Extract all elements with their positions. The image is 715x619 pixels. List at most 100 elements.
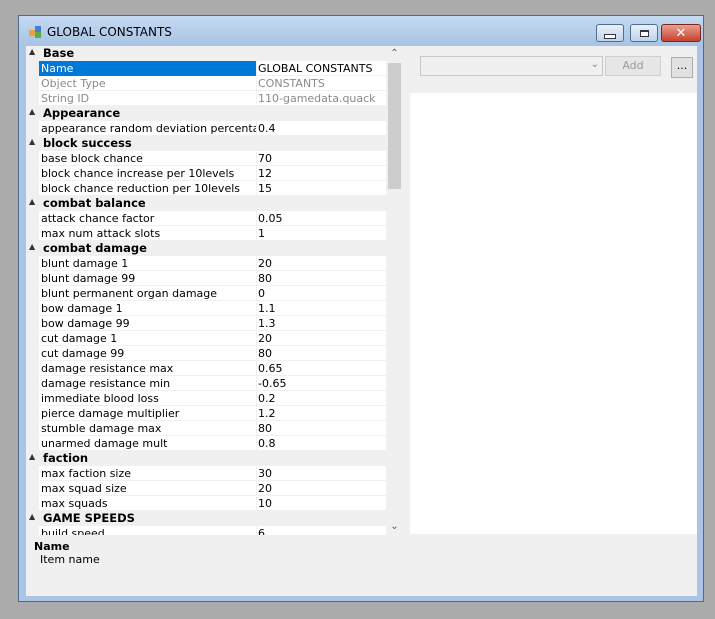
collapse-icon[interactable]: ▲ <box>29 512 35 521</box>
category-row[interactable]: ▲ Appearance <box>26 106 386 121</box>
property-value[interactable]: 15 <box>256 181 386 196</box>
property-value[interactable]: 12 <box>256 166 386 181</box>
property-value[interactable]: 0.8 <box>256 436 386 451</box>
category-row[interactable]: ▲ GAME SPEEDS <box>26 511 386 526</box>
category-row[interactable]: ▲ Base <box>26 46 386 61</box>
property-name[interactable]: max squads <box>39 496 256 511</box>
close-button[interactable]: ✕ <box>661 24 701 42</box>
property-value[interactable]: 20 <box>256 331 386 346</box>
property-name[interactable]: String ID <box>39 91 256 106</box>
property-name[interactable]: unarmed damage mult <box>39 436 256 451</box>
property-row[interactable]: bow damage 1 1.1 <box>26 301 386 316</box>
property-row[interactable]: attack chance factor 0.05 <box>26 211 386 226</box>
property-name[interactable]: attack chance factor <box>39 211 256 226</box>
property-name[interactable]: damage resistance max <box>39 361 256 376</box>
collapse-icon[interactable]: ▲ <box>29 107 35 116</box>
property-value[interactable]: -0.65 <box>256 376 386 391</box>
type-combo[interactable]: ⌄ <box>420 56 603 76</box>
property-value[interactable]: 0.4 <box>256 121 386 136</box>
property-name[interactable]: Object Type <box>39 76 256 91</box>
scroll-up-icon[interactable]: ⌃ <box>386 46 403 62</box>
category-row[interactable]: ▲ combat balance <box>26 196 386 211</box>
property-value[interactable]: 80 <box>256 421 386 436</box>
add-button[interactable]: Add <box>605 56 661 76</box>
property-value[interactable]: 80 <box>256 271 386 286</box>
property-name[interactable]: cut damage 1 <box>39 331 256 346</box>
property-name[interactable]: bow damage 1 <box>39 301 256 316</box>
scroll-down-icon[interactable]: ⌄ <box>386 519 403 535</box>
more-button[interactable]: ... <box>671 57 693 78</box>
property-row[interactable]: cut damage 1 20 <box>26 331 386 346</box>
property-row[interactable]: cut damage 99 80 <box>26 346 386 361</box>
property-name[interactable]: max squad size <box>39 481 256 496</box>
property-row[interactable]: build speed 6 <box>26 526 386 535</box>
property-value[interactable]: CONSTANTS <box>256 76 386 91</box>
property-name[interactable]: bow damage 99 <box>39 316 256 331</box>
collapse-icon[interactable]: ▲ <box>29 452 35 461</box>
property-row[interactable]: max squad size 20 <box>26 481 386 496</box>
property-value[interactable]: 1.1 <box>256 301 386 316</box>
property-row[interactable]: stumble damage max 80 <box>26 421 386 436</box>
property-row[interactable]: block chance increase per 10levels 12 <box>26 166 386 181</box>
property-value[interactable]: 0.05 <box>256 211 386 226</box>
property-name[interactable]: blunt damage 1 <box>39 256 256 271</box>
minimize-button[interactable] <box>596 24 624 42</box>
property-value[interactable]: 6 <box>256 526 386 535</box>
property-row[interactable]: block chance reduction per 10levels 15 <box>26 181 386 196</box>
property-name[interactable]: pierce damage multiplier <box>39 406 256 421</box>
property-value[interactable]: 0.65 <box>256 361 386 376</box>
property-value[interactable]: 70 <box>256 151 386 166</box>
scroll-thumb[interactable] <box>388 63 401 189</box>
property-name[interactable]: max faction size <box>39 466 256 481</box>
property-value[interactable]: 30 <box>256 466 386 481</box>
maximize-button[interactable] <box>630 24 658 42</box>
property-row[interactable]: Name GLOBAL CONSTANTS <box>26 61 386 76</box>
property-row[interactable]: max squads 10 <box>26 496 386 511</box>
title-bar[interactable]: GLOBAL CONSTANTS ✕ <box>19 16 703 46</box>
property-row[interactable]: String ID 110-gamedata.quack <box>26 91 386 106</box>
property-value[interactable]: 1 <box>256 226 386 241</box>
property-name[interactable]: immediate blood loss <box>39 391 256 406</box>
property-value[interactable]: 0.2 <box>256 391 386 406</box>
property-name[interactable]: damage resistance min <box>39 376 256 391</box>
collapse-icon[interactable]: ▲ <box>29 137 35 146</box>
property-value[interactable]: 0 <box>256 286 386 301</box>
property-row[interactable]: blunt damage 99 80 <box>26 271 386 286</box>
property-value[interactable]: 80 <box>256 346 386 361</box>
property-row[interactable]: bow damage 99 1.3 <box>26 316 386 331</box>
property-row[interactable]: blunt permanent organ damage 0 <box>26 286 386 301</box>
property-name[interactable]: block chance increase per 10levels <box>39 166 256 181</box>
property-name[interactable]: block chance reduction per 10levels <box>39 181 256 196</box>
property-value[interactable]: 20 <box>256 256 386 271</box>
property-name[interactable]: blunt permanent organ damage <box>39 286 256 301</box>
category-row[interactable]: ▲ faction <box>26 451 386 466</box>
collapse-icon[interactable]: ▲ <box>29 242 35 251</box>
vertical-scrollbar[interactable]: ⌃ ⌄ <box>386 46 403 535</box>
chevron-down-icon[interactable]: ⌄ <box>591 59 599 70</box>
property-name[interactable]: blunt damage 99 <box>39 271 256 286</box>
property-name[interactable]: base block chance <box>39 151 256 166</box>
property-row[interactable]: pierce damage multiplier 1.2 <box>26 406 386 421</box>
property-name[interactable]: stumble damage max <box>39 421 256 436</box>
property-name[interactable]: build speed <box>39 526 256 535</box>
property-name[interactable]: cut damage 99 <box>39 346 256 361</box>
collapse-icon[interactable]: ▲ <box>29 47 35 56</box>
property-row[interactable]: max faction size 30 <box>26 466 386 481</box>
category-row[interactable]: ▲ combat damage <box>26 241 386 256</box>
collapse-icon[interactable]: ▲ <box>29 197 35 206</box>
property-value[interactable]: 20 <box>256 481 386 496</box>
property-row[interactable]: damage resistance min -0.65 <box>26 376 386 391</box>
property-name[interactable]: Name <box>39 61 256 76</box>
property-row[interactable]: unarmed damage mult 0.8 <box>26 436 386 451</box>
property-row[interactable]: max num attack slots 1 <box>26 226 386 241</box>
property-value[interactable]: 110-gamedata.quack <box>256 91 386 106</box>
property-row[interactable]: Object Type CONSTANTS <box>26 76 386 91</box>
property-value[interactable]: 1.3 <box>256 316 386 331</box>
property-value[interactable]: 1.2 <box>256 406 386 421</box>
property-row[interactable]: base block chance 70 <box>26 151 386 166</box>
property-value[interactable]: 10 <box>256 496 386 511</box>
property-row[interactable]: blunt damage 1 20 <box>26 256 386 271</box>
property-row[interactable]: appearance random deviation percentage 0.… <box>26 121 386 136</box>
property-name[interactable]: appearance random deviation percentage <box>39 121 256 136</box>
property-row[interactable]: damage resistance max 0.65 <box>26 361 386 376</box>
